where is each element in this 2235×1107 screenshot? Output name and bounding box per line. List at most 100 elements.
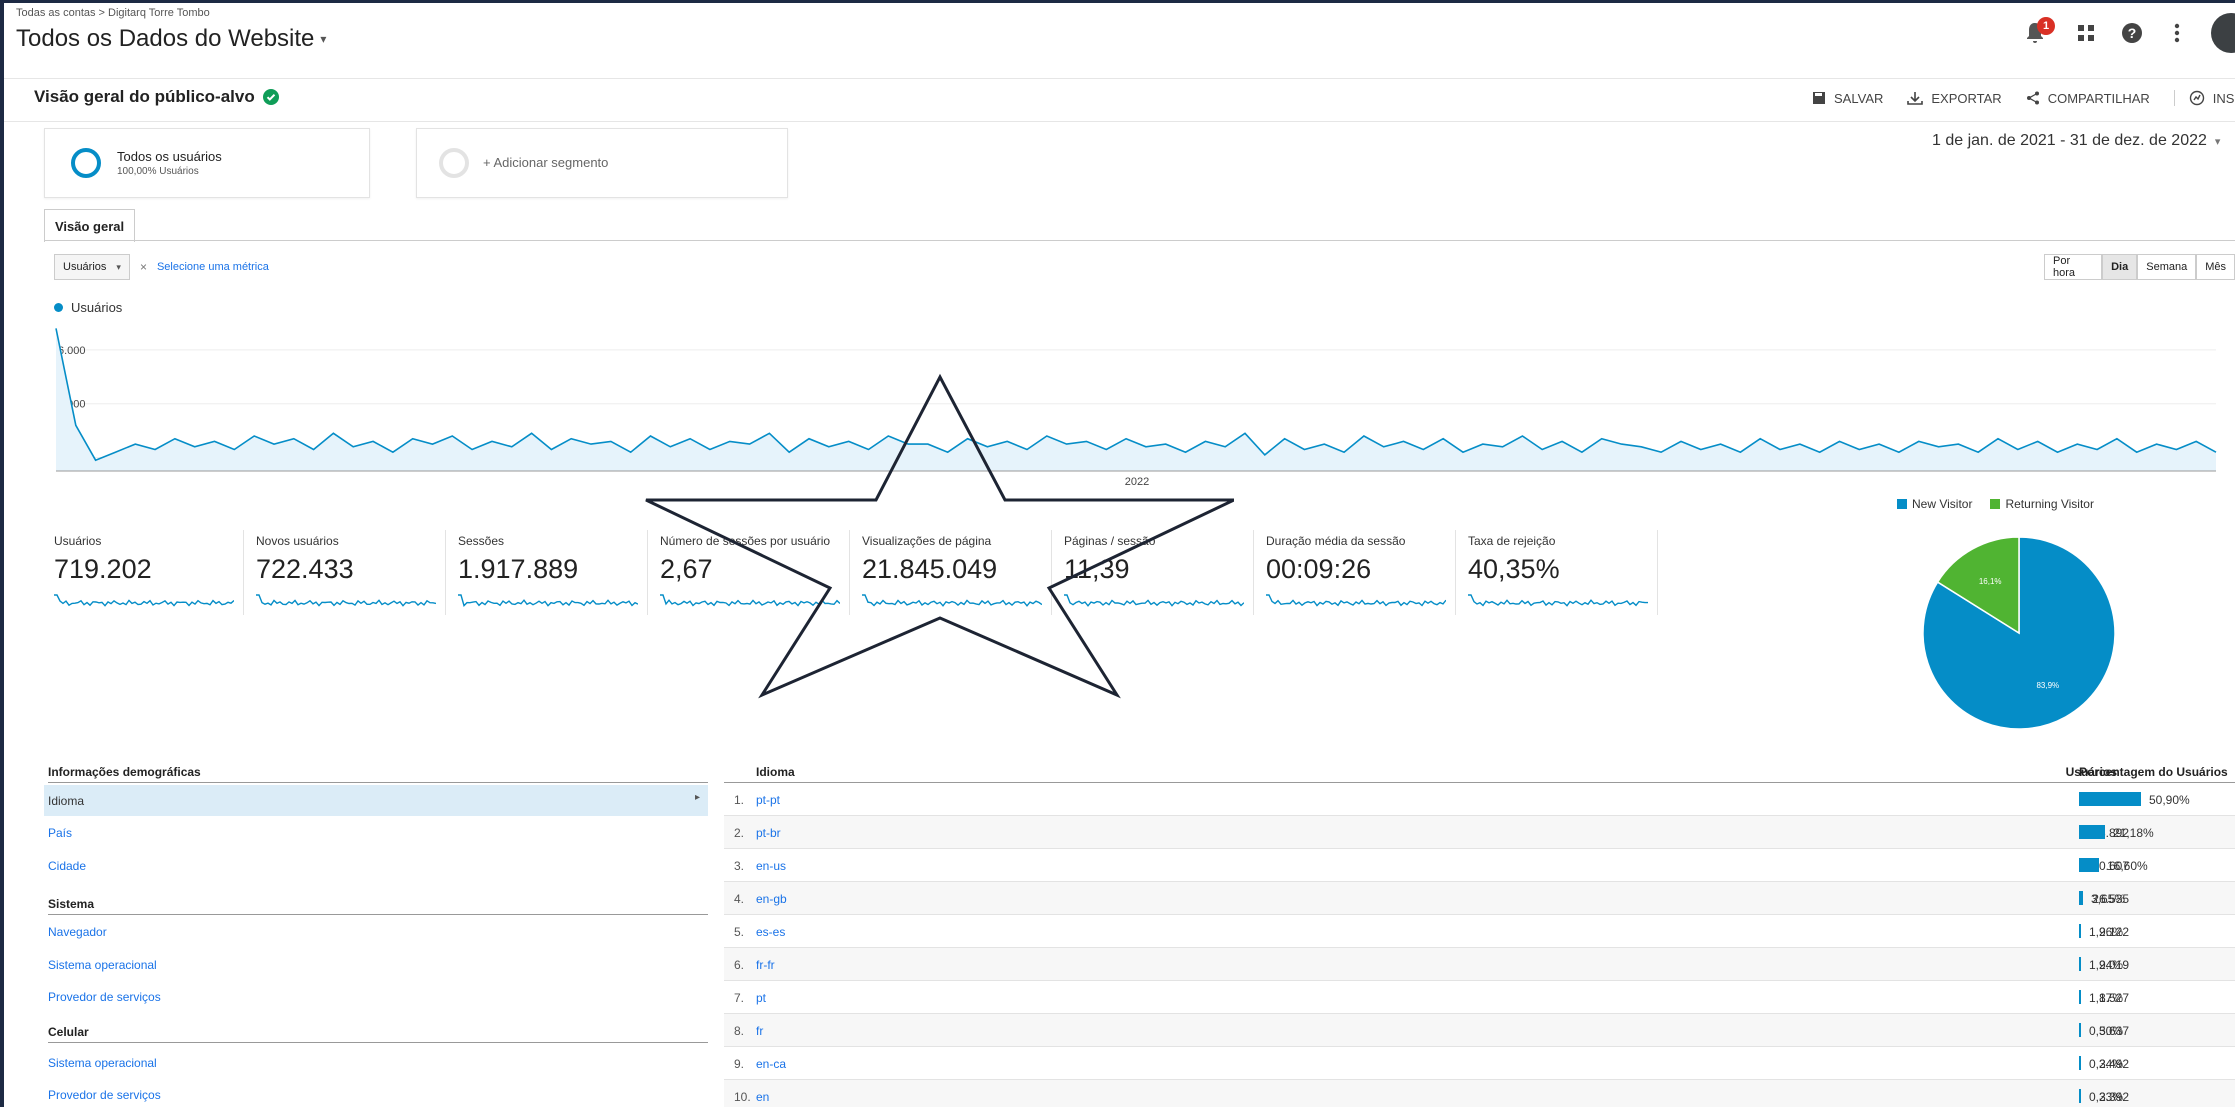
row-share-bar: [2079, 957, 2081, 971]
chevron-down-icon: ▾: [2214, 135, 2221, 148]
table-header-percentage[interactable]: Porcentagem do Usuários: [2079, 765, 2228, 779]
table-row[interactable]: 2. pt-br 153.892 21,18%: [724, 816, 2235, 849]
legend-swatch-icon: [1990, 499, 2001, 509]
row-share-bar: [2079, 1023, 2081, 1037]
metric-sparkline: [1266, 594, 1446, 607]
metric-tile[interactable]: Sessões 1.917.889: [458, 518, 648, 618]
row-language-link[interactable]: en-us: [756, 859, 786, 873]
row-percentage: 21,18%: [2113, 826, 2154, 840]
download-icon: [1907, 92, 1924, 105]
save-button[interactable]: SALVAR: [1812, 90, 1883, 106]
row-language-link[interactable]: fr-fr: [756, 958, 775, 972]
row-index: 5.: [734, 925, 745, 939]
mobile-item-sistema-operacional[interactable]: Sistema operacional: [48, 1056, 157, 1070]
metric-label: Duração média da sessão: [1266, 534, 1406, 548]
segment-all-users[interactable]: Todos os usuários 100,00% Usuários: [44, 128, 370, 198]
remove-metric-button[interactable]: ×: [140, 260, 147, 274]
metric-tile[interactable]: Usuários 719.202: [54, 518, 244, 618]
property-selector[interactable]: Todos os Dados do Website ▾: [16, 25, 326, 53]
row-percentage: 1,26%: [2089, 925, 2124, 939]
demo-item-cidade[interactable]: Cidade: [48, 859, 86, 873]
page-title: Todos os Dados do Website: [16, 25, 315, 52]
table-row[interactable]: 8. fr 3.637 0,50%: [724, 1014, 2235, 1047]
metric-sparkline: [256, 594, 436, 607]
segment-ring-icon: [71, 148, 101, 178]
metric-value: 1.917.889: [458, 554, 579, 584]
pie-legend-returning-label: Returning Visitor: [2005, 497, 2094, 511]
system-item-navegador[interactable]: Navegador: [48, 925, 107, 939]
row-language-link[interactable]: pt-pt: [756, 793, 780, 807]
metric-value: 719.202: [54, 554, 152, 584]
visitor-pie-chart: 83,9% 16,1%: [1922, 536, 2116, 730]
row-language-link[interactable]: pt-br: [756, 826, 781, 840]
granularity-hourly-button[interactable]: Por hora: [2044, 254, 2103, 280]
row-language-link[interactable]: pt: [756, 991, 766, 1005]
insights-button[interactable]: INSIGHTS: [2173, 90, 2235, 106]
tab-divider: [44, 240, 2235, 241]
row-language-link[interactable]: en-gb: [756, 892, 787, 906]
tab-overview[interactable]: Visão geral: [44, 209, 136, 242]
help-icon: ?: [2122, 23, 2142, 43]
table-row[interactable]: 6. fr-fr 9.019 1,24%: [724, 948, 2235, 981]
metric-label: Usuários: [54, 534, 102, 548]
more-options-button[interactable]: [2159, 15, 2195, 51]
metric-separator: [1455, 530, 1456, 615]
granularity-day-button[interactable]: Dia: [2102, 254, 2138, 280]
export-button[interactable]: EXPORTAR: [1907, 90, 2002, 106]
row-language-link[interactable]: es-es: [756, 925, 785, 939]
granularity-month-button[interactable]: Mês: [2196, 254, 2235, 280]
add-segment-label: + Adicionar segmento: [483, 155, 609, 170]
table-row[interactable]: 1.pt-pt369.83550,90%: [724, 783, 2235, 816]
table-header-language[interactable]: Idioma: [756, 765, 795, 779]
sparkline-path: [54, 594, 234, 607]
select-metric-link[interactable]: Selecione uma métrica: [157, 261, 269, 273]
metric-dropdown[interactable]: Usuários ▾: [54, 254, 130, 280]
insights-label: INSIGHTS: [2212, 90, 2235, 106]
metric-tile[interactable]: Taxa de rejeição 40,35%: [1468, 518, 1658, 618]
system-item-sistema-operacional[interactable]: Sistema operacional: [48, 958, 157, 972]
export-label: EXPORTAR: [1931, 90, 2002, 106]
row-index: 1.: [734, 793, 745, 807]
demo-item-idioma-selected[interactable]: Idioma ▸: [44, 785, 708, 816]
notification-badge: 1: [2037, 17, 2055, 35]
metric-tile[interactable]: Duração média da sessão 00:09:26: [1266, 518, 1456, 618]
row-share-bar: [2079, 1056, 2081, 1070]
mobile-item-provedor[interactable]: Provedor de serviços: [48, 1088, 161, 1102]
header-divider: [4, 78, 2235, 79]
apps-button[interactable]: [2068, 15, 2104, 51]
granularity-week-button[interactable]: Semana: [2137, 254, 2197, 280]
metric-value: 722.433: [256, 554, 354, 584]
metric-value: 40,35%: [1468, 554, 1560, 584]
row-share-bar: [2079, 1089, 2081, 1103]
row-index: 8.: [734, 1024, 745, 1038]
row-index: 4.: [734, 892, 745, 906]
table-row[interactable]: 10. en 2.392 0,33%: [724, 1080, 2235, 1107]
table-row[interactable]: 7. pt 8.527 1,17%: [724, 981, 2235, 1014]
table-row[interactable]: 3. en-us 120.607 16,60%: [724, 849, 2235, 882]
demo-item-pais[interactable]: País: [48, 826, 72, 840]
row-language-link[interactable]: en: [756, 1090, 769, 1104]
system-item-provedor[interactable]: Provedor de serviços: [48, 990, 161, 1004]
row-percentage: 16,60%: [2107, 859, 2148, 873]
metric-dropdown-label: Usuários: [63, 261, 107, 273]
add-segment-button[interactable]: + Adicionar segmento: [416, 128, 788, 198]
breadcrumb[interactable]: Todas as contas > Digitarq Torre Tombo: [16, 7, 210, 19]
chevron-down-icon: ▾: [116, 261, 121, 272]
more-vert-icon: [2174, 23, 2180, 43]
row-share-bar: [2079, 825, 2105, 839]
notifications-button[interactable]: 1: [2017, 15, 2055, 51]
row-index: 2.: [734, 826, 745, 840]
help-button[interactable]: ?: [2114, 15, 2150, 51]
row-language-link[interactable]: fr: [756, 1024, 763, 1038]
metric-tile[interactable]: Novos usuários 722.433: [256, 518, 446, 618]
share-button[interactable]: COMPARTILHAR: [2026, 90, 2150, 106]
row-language-link[interactable]: en-ca: [756, 1057, 786, 1071]
avatar[interactable]: [2211, 13, 2235, 53]
verified-check-icon: [262, 89, 279, 105]
metric-separator: [243, 530, 244, 615]
table-row[interactable]: 4. en-gb 26.535 3,65%: [724, 882, 2235, 915]
table-row[interactable]: 9. en-ca 2.492 0,34%: [724, 1047, 2235, 1080]
report-toolbar: SALVAR EXPORTAR COMPARTILHAR INSIGHTS: [1812, 90, 2235, 106]
date-range-selector[interactable]: 1 de jan. de 2021 - 31 de dez. de 2022 ▾: [1932, 132, 2220, 150]
table-row[interactable]: 5. es-es 9.122 1,26%: [724, 915, 2235, 948]
